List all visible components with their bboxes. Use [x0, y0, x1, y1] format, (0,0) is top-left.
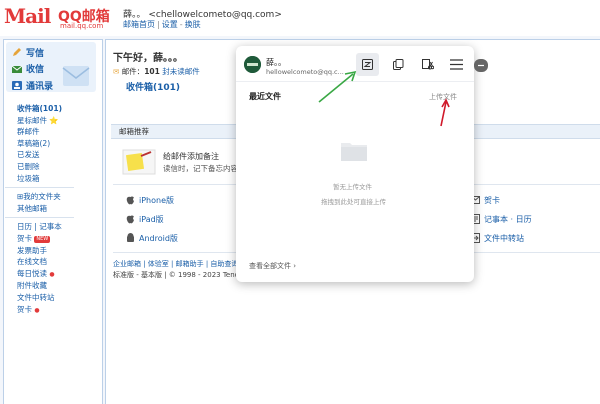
- app-greeting-card-link[interactable]: 贺卡: [471, 195, 500, 206]
- mail-icon: ✉: [113, 67, 120, 76]
- apple-icon: [126, 195, 135, 205]
- unread-dot-icon: ●: [49, 270, 55, 278]
- inbox-link[interactable]: 收件箱(101): [126, 80, 180, 93]
- sidebar-item-online-docs[interactable]: 在线文档: [17, 256, 62, 268]
- sidebar-item-cards[interactable]: 贺卡 ●: [17, 304, 62, 317]
- app-file-transfer-link[interactable]: 文件中转站: [471, 233, 524, 244]
- receive-button[interactable]: 收信: [12, 62, 44, 75]
- pencil-icon: [12, 48, 22, 57]
- sidebar-divider: [5, 187, 75, 189]
- calendar-link[interactable]: 日历: [17, 222, 32, 231]
- sidebar-divider: [5, 217, 75, 219]
- greeting: 下午好，薛。。。: [113, 53, 183, 64]
- footer-copyright: 标准版 - 基本版 | © 1998 - 2023 Tencent: [113, 271, 251, 279]
- contacts-icon: [12, 81, 22, 90]
- settings-link[interactable]: 设置: [162, 20, 178, 29]
- skin-link[interactable]: 换肤: [185, 20, 201, 29]
- quick-actions: 写信 收信 通讯录: [6, 42, 96, 92]
- recent-files-title: 最近文件: [249, 92, 281, 101]
- notepad-link[interactable]: 记事本: [39, 222, 62, 231]
- menu-button[interactable]: [445, 53, 468, 76]
- avatar[interactable]: [244, 56, 261, 73]
- view-all-files-link[interactable]: 查看全部文件 ›: [249, 261, 296, 271]
- note-feature-desc: 读信时，记下备忘内容: [163, 164, 238, 173]
- logo[interactable]: Mail: [4, 4, 51, 28]
- sidebar-item-daily-read[interactable]: 每日悦读 ●: [17, 268, 62, 281]
- app-ipad-link[interactable]: iPad版: [126, 214, 164, 225]
- sidebar-item-file-transfer[interactable]: 文件中转站: [17, 292, 62, 304]
- new-badge: NEW: [34, 235, 51, 243]
- unread-mail-link[interactable]: 封未读邮件: [162, 67, 200, 76]
- sidebar-item-inbox[interactable]: 收件箱(101): [17, 103, 62, 115]
- sidebar-item-starred[interactable]: 星标邮件 ⭐: [17, 115, 62, 127]
- header-links: 邮箱首页 | 设置 - 换肤: [123, 20, 201, 29]
- sidebar-item-sent[interactable]: 已发送: [17, 149, 62, 161]
- footer-links[interactable]: 企业邮箱 | 体验室 | 邮箱助手 | 自助查询 | ...: [113, 259, 252, 269]
- empty-state-title: 暂无上传文件: [333, 183, 372, 191]
- apple-icon: [126, 214, 135, 224]
- note-feature-title[interactable]: 给邮件添加备注: [163, 151, 219, 162]
- sidebar-item-greeting-card[interactable]: 贺卡 NEW: [17, 233, 62, 245]
- sidebar-item-group[interactable]: 群邮件: [17, 126, 62, 138]
- sidebar-item-my-folders[interactable]: ⊞我的文件夹: [17, 191, 62, 203]
- file-box-icon: [362, 59, 373, 70]
- unread-summary: ✉ 邮件：101 封未读邮件: [113, 67, 200, 76]
- logo-domain: mail.qq.com: [60, 22, 104, 30]
- sidebar-item-calendar-notepad: 日历 | 记事本: [17, 222, 62, 232]
- sidebar-item-drafts[interactable]: 草稿箱(2): [17, 138, 62, 150]
- copy-docs-icon: [393, 59, 404, 70]
- envelope-illustration-icon: [62, 66, 90, 86]
- red-arrow-annotation-icon: [440, 98, 450, 127]
- compose-button[interactable]: 写信: [12, 46, 44, 59]
- inbox-icon: [12, 64, 22, 73]
- sidebar-item-other-mailbox[interactable]: 其他邮箱: [17, 203, 62, 215]
- sidebar-item-deleted[interactable]: 已删除: [17, 161, 62, 173]
- unread-dot-icon: ●: [34, 306, 40, 314]
- scissors-icon: [422, 59, 434, 70]
- app-android-link[interactable]: Android版: [126, 233, 178, 244]
- sticky-note-icon: [122, 149, 156, 175]
- sidebar-item-invoice[interactable]: 发票助手: [17, 245, 62, 257]
- hamburger-menu-icon: [450, 59, 463, 70]
- sidebar-item-spam[interactable]: 垃圾箱: [17, 173, 62, 185]
- minus-icon: [478, 64, 484, 67]
- home-link[interactable]: 邮箱首页: [123, 20, 155, 29]
- screenshot-button[interactable]: [416, 53, 439, 76]
- empty-folder-icon: [341, 143, 367, 161]
- panel-toggle[interactable]: [474, 59, 488, 72]
- app-notepad-calendar-link[interactable]: 记事本 · 日历: [471, 214, 532, 225]
- avatar-image-icon: [244, 56, 261, 73]
- docs-button[interactable]: [387, 53, 410, 76]
- empty-state-desc: 拖拽到此处可直接上传: [321, 198, 386, 206]
- sidebar-item-attachments[interactable]: 附件收藏: [17, 280, 62, 292]
- panel-user-name: 薛。。: [266, 58, 286, 67]
- app-iphone-link[interactable]: iPhone版: [126, 195, 174, 206]
- unread-count: 101: [144, 67, 160, 76]
- green-arrow-annotation-icon: [318, 70, 357, 103]
- recommend-title: 邮箱推荐: [119, 127, 149, 136]
- contacts-button[interactable]: 通讯录: [12, 79, 53, 92]
- folder-list: 收件箱(101) 星标邮件 ⭐ 群邮件 草稿箱(2) 已发送 已删除 垃圾箱 ⊞…: [5, 103, 75, 317]
- android-icon: [126, 233, 135, 243]
